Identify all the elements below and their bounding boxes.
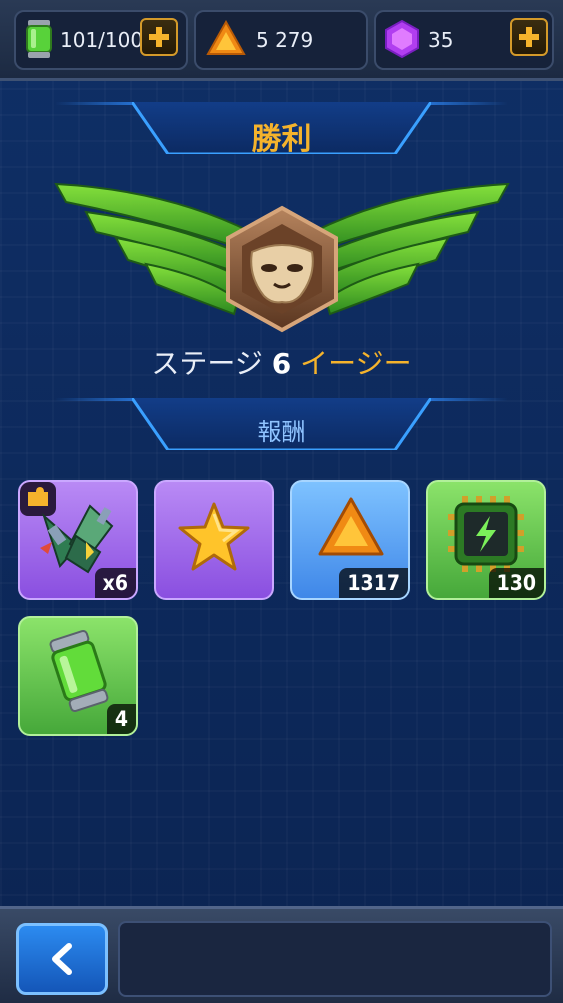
reward-quantity: 130 <box>488 568 544 598</box>
reward-star[interactable] <box>154 480 274 600</box>
reward-energy-chip[interactable]: 130 <box>426 480 546 600</box>
energy-value: 101/100 <box>60 28 144 52</box>
gold-counter: 5 279 <box>194 10 368 70</box>
rewards-heading: 報酬 <box>257 418 306 446</box>
reward-quantity: x6 <box>94 568 136 598</box>
reward-ship-fragment[interactable]: x6 <box>18 480 138 600</box>
plus-icon <box>519 27 539 47</box>
reward-quantity: 1317 <box>339 568 408 598</box>
back-button[interactable] <box>16 923 108 995</box>
stage-label: ステージ 6 イージー <box>0 342 563 382</box>
bottom-panel <box>118 921 552 997</box>
energy-canister-icon <box>49 629 109 713</box>
gold-crystal-icon <box>318 497 384 556</box>
add-energy-button[interactable] <box>140 18 178 56</box>
gem-icon <box>385 20 419 58</box>
stage-difficulty: イージー <box>300 347 412 380</box>
back-arrow-icon <box>52 943 72 975</box>
bottom-bar <box>0 906 563 1003</box>
star-icon <box>178 502 250 571</box>
victory-title: 勝利 <box>251 122 312 157</box>
gold-crystal-icon <box>206 20 246 55</box>
energy-canister-icon <box>26 20 52 58</box>
stage-number: 6 <box>271 347 292 380</box>
gem-value: 35 <box>428 28 454 52</box>
reward-energy-canister[interactable]: 4 <box>18 616 138 736</box>
winged-rank-badge <box>54 182 510 333</box>
resource-bar: 101/100 5 279 35 <box>0 0 563 81</box>
plus-icon <box>149 27 169 47</box>
gold-value: 5 279 <box>256 28 314 52</box>
energy-chip-icon <box>448 496 524 572</box>
stage-prefix: ステージ <box>151 347 263 380</box>
add-gems-button[interactable] <box>510 18 548 56</box>
reward-quantity: 4 <box>106 704 136 734</box>
reward-gold[interactable]: 1317 <box>290 480 410 600</box>
